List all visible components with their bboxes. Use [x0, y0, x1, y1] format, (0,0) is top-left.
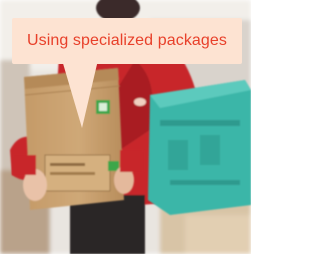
- caption-callout: Using specialized packages: [12, 18, 242, 64]
- photo-frame: Using specialized packages: [0, 0, 251, 254]
- caption-text: Using specialized packages: [26, 32, 228, 49]
- crate: [148, 80, 251, 215]
